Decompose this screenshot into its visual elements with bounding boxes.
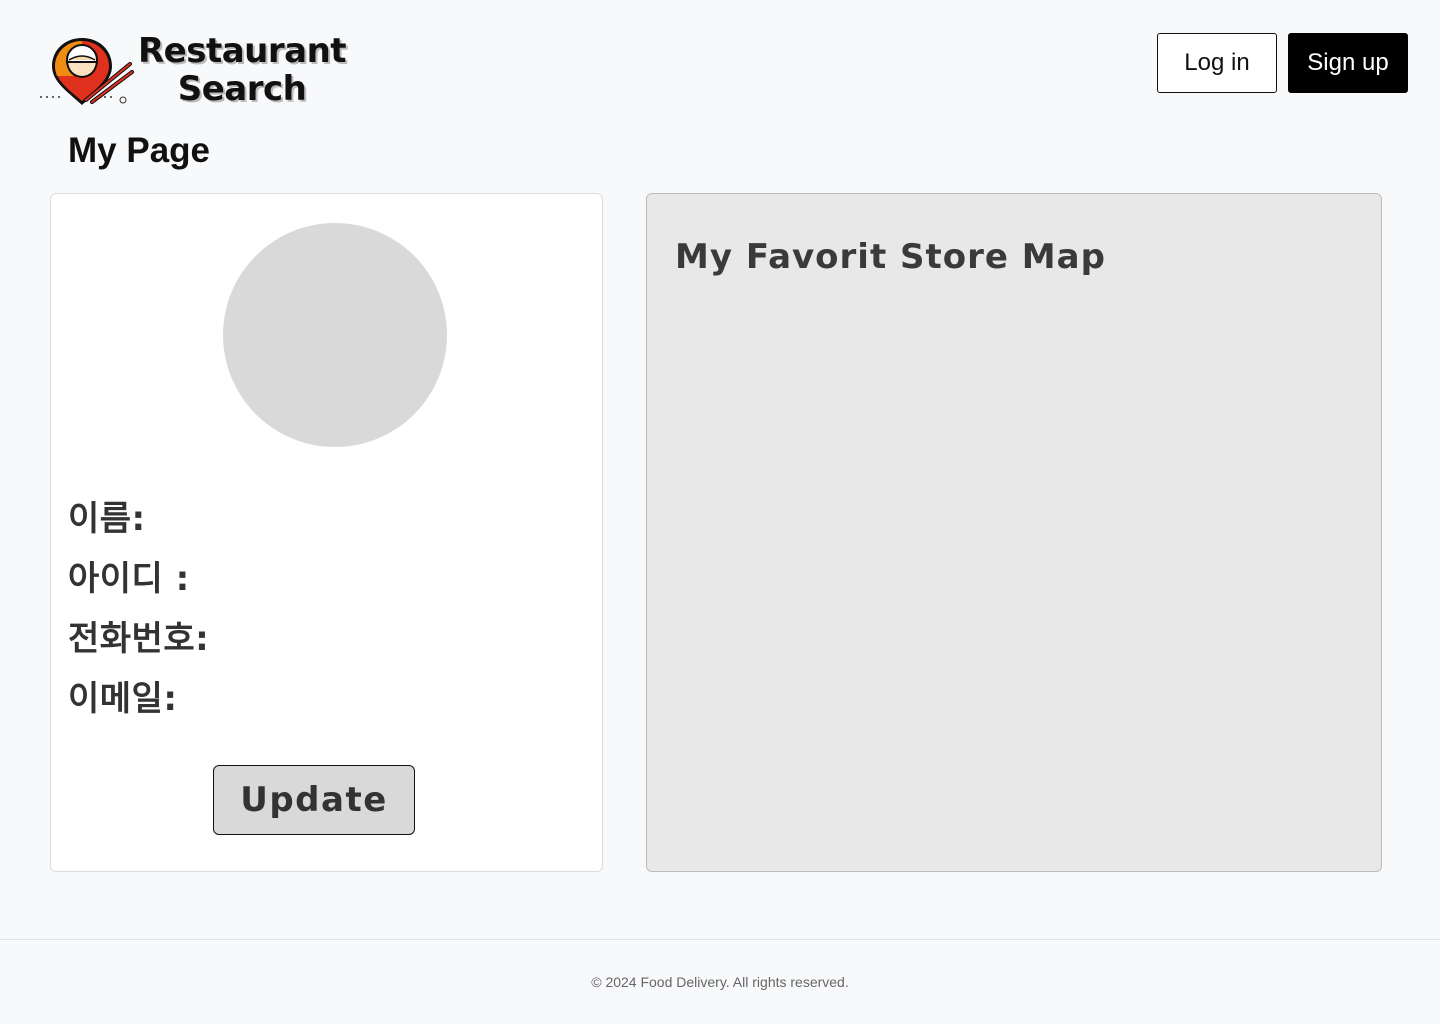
site-header: Restaurant Search Log in Sign up xyxy=(0,0,1440,125)
page-title: My Page xyxy=(68,131,210,170)
site-footer: © 2024 Food Delivery. All rights reserve… xyxy=(0,939,1440,1024)
favorite-store-map[interactable]: My Favorit Store Map xyxy=(646,193,1382,872)
logo-line-2: Search xyxy=(177,69,307,109)
profile-card: 이름: 아이디 : 전화번호: 이메일: Update xyxy=(50,193,603,872)
login-button[interactable]: Log in xyxy=(1157,33,1277,93)
bowl-chopsticks-pin-icon xyxy=(38,30,138,110)
profile-phone-label: 전화번호: xyxy=(68,619,210,659)
profile-email-label: 이메일: xyxy=(68,679,178,719)
logo-line-1: Restaurant xyxy=(138,31,347,71)
logo-wordmark: Restaurant Search xyxy=(138,31,347,109)
update-button[interactable]: Update xyxy=(213,765,415,835)
profile-name-label: 이름: xyxy=(68,499,146,539)
signup-button[interactable]: Sign up xyxy=(1288,33,1408,93)
copyright-text: © 2024 Food Delivery. All rights reserve… xyxy=(591,974,849,990)
map-title: My Favorit Store Map xyxy=(675,237,1106,277)
avatar xyxy=(223,223,447,447)
profile-id-label: 아이디 : xyxy=(68,559,190,599)
site-logo[interactable]: Restaurant Search xyxy=(38,30,347,110)
